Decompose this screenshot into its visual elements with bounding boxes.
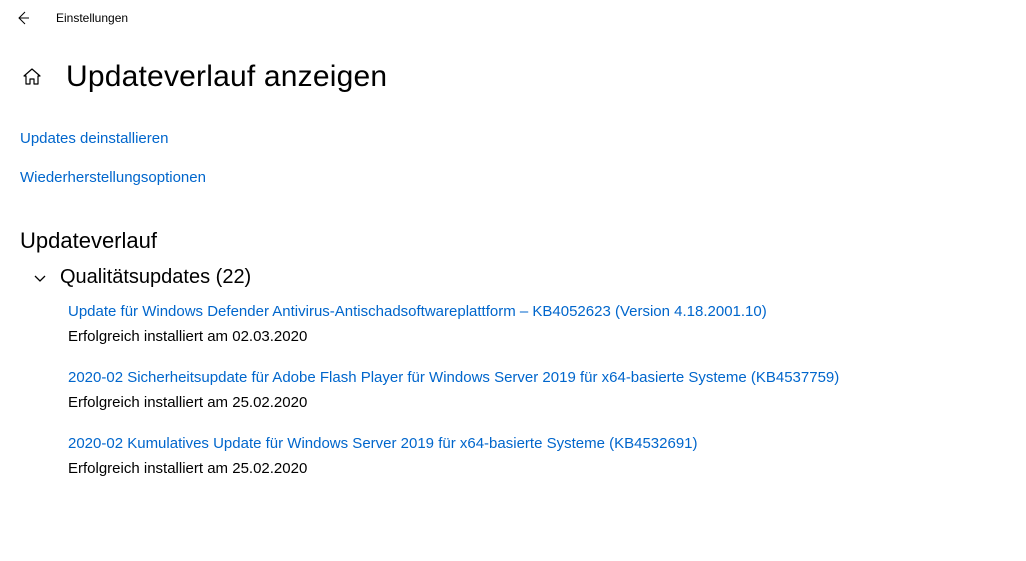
update-status: Erfolgreich installiert am 02.03.2020 <box>68 328 1006 345</box>
page-header: Updateverlauf anzeigen <box>20 60 1006 94</box>
recovery-options-link[interactable]: Wiederherstellungsoptionen <box>20 169 206 186</box>
update-link[interactable]: 2020-02 Kumulatives Update für Windows S… <box>68 435 698 452</box>
update-item: 2020-02 Sicherheitsupdate für Adobe Flas… <box>68 369 1006 411</box>
title-bar: Einstellungen <box>0 0 1026 36</box>
home-icon <box>22 67 42 87</box>
page-title: Updateverlauf anzeigen <box>66 60 387 94</box>
update-item: 2020-02 Kumulatives Update für Windows S… <box>68 435 1006 477</box>
update-link[interactable]: 2020-02 Sicherheitsupdate für Adobe Flas… <box>68 369 839 386</box>
update-status: Erfolgreich installiert am 25.02.2020 <box>68 460 1006 477</box>
app-title: Einstellungen <box>56 11 128 25</box>
uninstall-updates-link[interactable]: Updates deinstallieren <box>20 130 168 147</box>
updates-list: Update für Windows Defender Antivirus-An… <box>20 303 1006 477</box>
home-button[interactable] <box>20 65 44 89</box>
update-item: Update für Windows Defender Antivirus-An… <box>68 303 1006 345</box>
update-link[interactable]: Update für Windows Defender Antivirus-An… <box>68 303 767 320</box>
update-status: Erfolgreich installiert am 25.02.2020 <box>68 394 1006 411</box>
back-button[interactable] <box>12 8 32 28</box>
category-quality-updates[interactable]: Qualitätsupdates (22) <box>20 266 1006 289</box>
category-label: Qualitätsupdates (22) <box>60 266 251 289</box>
back-arrow-icon <box>14 10 30 26</box>
section-heading: Updateverlauf <box>20 228 1006 254</box>
chevron-down-icon <box>30 268 50 288</box>
content-area: Updateverlauf anzeigen Updates deinstall… <box>0 36 1026 477</box>
